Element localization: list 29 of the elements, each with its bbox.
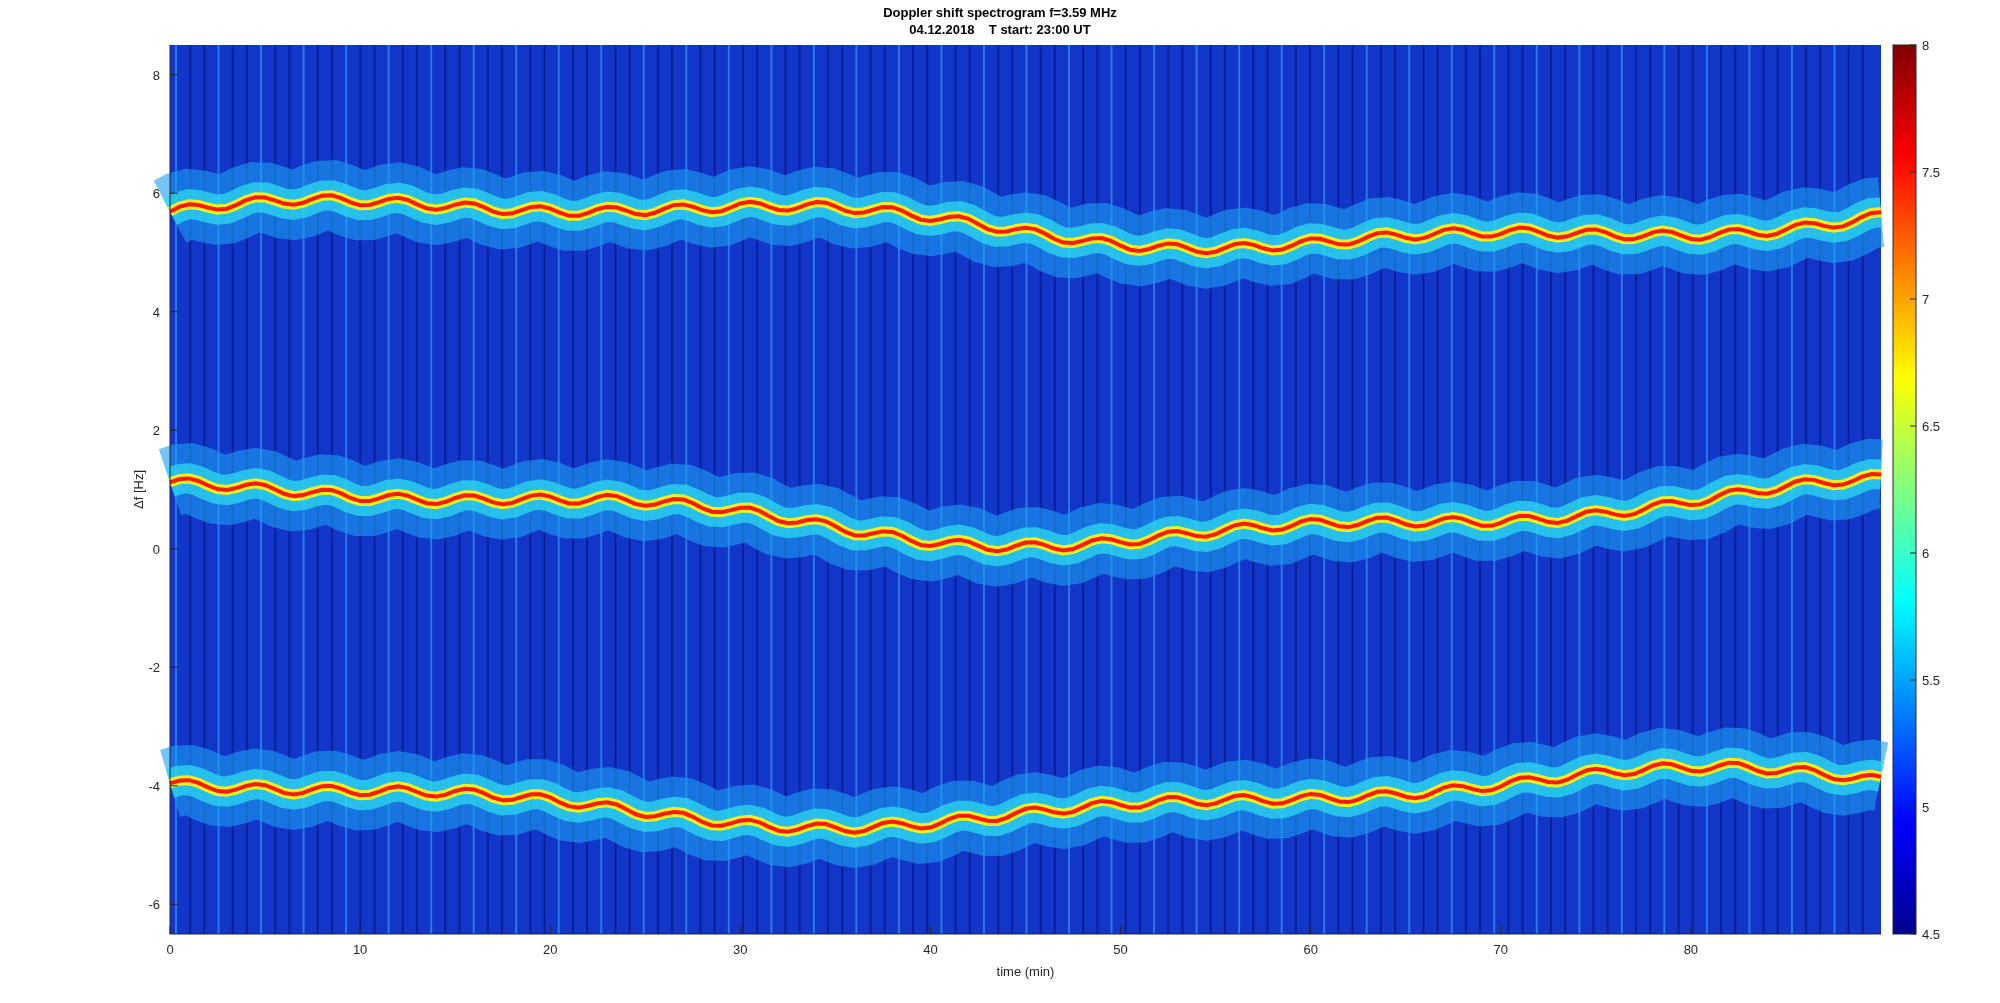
x-tick-label: 30 bbox=[733, 942, 748, 957]
y-tick-label: -6 bbox=[148, 897, 160, 913]
y-tick-label: -4 bbox=[148, 778, 160, 794]
colorbar-tick-label: 5 bbox=[1922, 800, 1930, 815]
colorbar-tick-label: 8 bbox=[1922, 38, 1930, 53]
colorbar-tick-label: 5.5 bbox=[1922, 673, 1941, 688]
colorbar-tick-label: 7 bbox=[1922, 292, 1930, 307]
colorbar-tick-label: 7.5 bbox=[1922, 165, 1941, 180]
colorbar-tick-label: 4.5 bbox=[1922, 927, 1941, 942]
x-tick-label: 70 bbox=[1493, 942, 1508, 957]
x-tick-label: 50 bbox=[1113, 942, 1128, 957]
y-tick-label: 6 bbox=[152, 186, 160, 202]
y-tick-label: 0 bbox=[152, 541, 160, 557]
colorbar-tick-label: 6 bbox=[1922, 546, 1930, 561]
y-tick-label: 4 bbox=[152, 304, 160, 320]
colorbar-tick-label: 6.5 bbox=[1922, 419, 1941, 434]
chart-title: Doppler shift spectrogram f=3.59 MHz bbox=[883, 4, 1117, 21]
y-tick-label: 8 bbox=[152, 67, 160, 83]
x-tick-label: 80 bbox=[1683, 942, 1699, 957]
x-tick-label: 10 bbox=[352, 942, 368, 957]
y-tick-label: 2 bbox=[152, 423, 160, 439]
chart-subtitle: 04.12.2018 T start: 23:00 UT bbox=[909, 21, 1091, 38]
y-tick-label: -2 bbox=[148, 660, 160, 676]
x-axis-label: time (min) bbox=[996, 964, 1055, 979]
x-tick-label: 20 bbox=[543, 942, 558, 957]
x-tick-label: 40 bbox=[923, 942, 938, 957]
x-tick-label: 0 bbox=[166, 942, 174, 957]
y-axis-label: Δf [Hz] bbox=[131, 470, 146, 509]
x-tick-label: 60 bbox=[1303, 942, 1318, 957]
